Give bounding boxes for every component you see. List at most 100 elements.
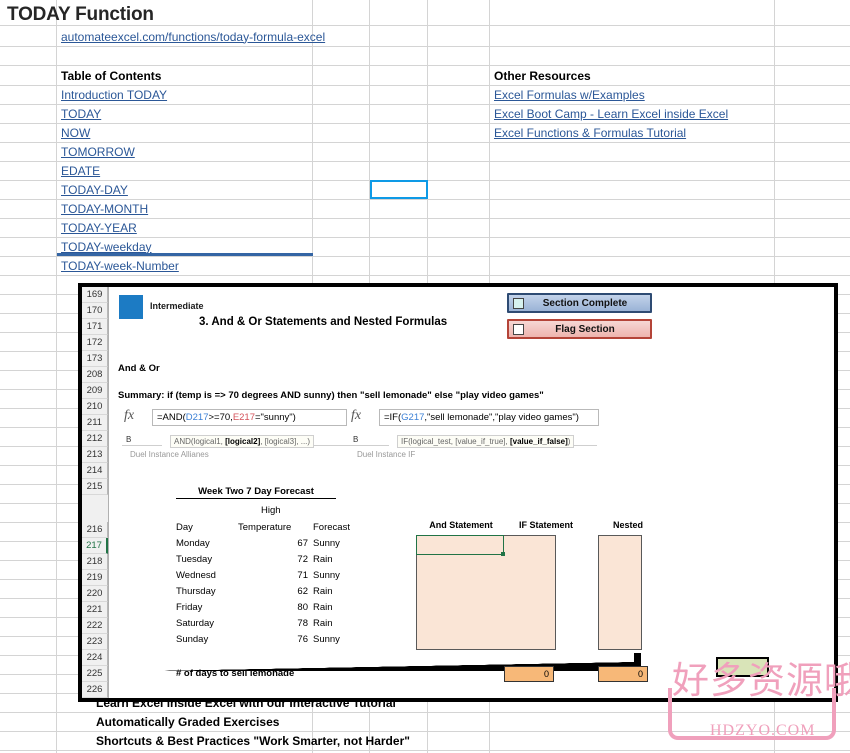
- row-header[interactable]: 214: [82, 463, 108, 479]
- row-header[interactable]: 170: [82, 303, 108, 319]
- forecast-condition: Sunny: [313, 634, 340, 645]
- section-label: And & Or: [118, 363, 160, 374]
- forecast-col-day: Day: [176, 522, 193, 533]
- toc-item-today-month[interactable]: TODAY-MONTH: [58, 199, 148, 218]
- nested-statement-box[interactable]: [598, 535, 642, 650]
- promo-line-1: Learn Excel inside Excel with our Intera…: [96, 696, 396, 710]
- if-statement-label: IF Statement: [518, 520, 573, 530]
- row-header[interactable]: 223: [82, 634, 108, 650]
- embedded-tutorial-screenshot: 169 170 171 172 173 208 209 210 211 212 …: [78, 283, 838, 702]
- forecast-temp: 76: [297, 634, 308, 645]
- row-header[interactable]: 172: [82, 335, 108, 351]
- forecast-subheader-high: High: [261, 505, 281, 516]
- fx-icon-left: fx: [124, 408, 135, 423]
- resource-link-boot-camp[interactable]: Excel Boot Camp - Learn Excel inside Exc…: [491, 104, 728, 123]
- formula-bar-right[interactable]: =IF(G217 ,"sell lemonade","play video gam…: [379, 409, 599, 426]
- forecast-footer-label: # of days to sell lemonade: [176, 668, 295, 679]
- row-header-selected[interactable]: 217: [82, 538, 108, 554]
- row-header[interactable]: 224: [82, 650, 108, 666]
- row-header[interactable]: 210: [82, 399, 108, 415]
- forecast-temp: 71: [297, 570, 308, 581]
- column-header-left: B: [126, 435, 132, 444]
- toc-item-tomorrow[interactable]: TOMORROW: [58, 142, 135, 161]
- section-complete-label: Section Complete: [542, 297, 628, 309]
- and-statement-fill-handle[interactable]: [501, 552, 505, 556]
- spreadsheet-canvas: TODAY Function automateexcel.com/functio…: [0, 0, 850, 753]
- row-header[interactable]: 220: [82, 586, 108, 602]
- weekday-row-highlight-border: [57, 253, 313, 256]
- row-header[interactable]: 173: [82, 351, 108, 367]
- tooltip-left-pre: AND(logical1,: [174, 437, 226, 446]
- nested-statement-label: Nested: [612, 520, 643, 530]
- row-header[interactable]: 209: [82, 383, 108, 399]
- flag-section-button[interactable]: Flag Section: [507, 319, 652, 339]
- forecast-day: Friday: [176, 602, 203, 613]
- forecast-condition: Sunny: [313, 570, 340, 581]
- resource-link-functions-tutorial[interactable]: Excel Functions & Formulas Tutorial: [491, 123, 686, 142]
- grid-hline: [0, 731, 850, 732]
- row-header[interactable]: 215: [82, 479, 108, 495]
- row-header[interactable]: 169: [82, 287, 108, 303]
- formula-right-ref1: G217: [401, 412, 425, 423]
- row-header[interactable]: 225: [82, 666, 108, 682]
- resources-heading: Other Resources: [494, 68, 591, 83]
- highlighted-cell-green[interactable]: [716, 657, 769, 677]
- row-header[interactable]: 212: [82, 431, 108, 447]
- row-header[interactable]: 219: [82, 570, 108, 586]
- formula-bar-left[interactable]: =AND(D217 >=70, E217 ="sunny"): [152, 409, 347, 426]
- section-complete-button[interactable]: Section Complete: [507, 293, 652, 313]
- ghost-grid-line: [349, 445, 389, 446]
- forecast-col-forecast: Forecast: [313, 522, 350, 533]
- row-header[interactable]: 218: [82, 554, 108, 570]
- grid-vline: [56, 0, 57, 753]
- row-header[interactable]: 221: [82, 602, 108, 618]
- forecast-temp: 78: [297, 618, 308, 629]
- grid-hline: [0, 712, 850, 713]
- grid-hline: [0, 750, 850, 751]
- formula-left-ref1: D217: [185, 412, 209, 423]
- column-header-right: B: [353, 435, 359, 444]
- toc-item-introduction-today[interactable]: Introduction TODAY: [58, 85, 167, 104]
- forecast-day: Sunday: [176, 634, 209, 645]
- formula-left-prefix: =AND(: [157, 412, 186, 423]
- formula-tooltip-left: AND(logical1, [logical2], [logical3], ..…: [170, 435, 315, 448]
- toc-item-today-year[interactable]: TODAY-YEAR: [58, 218, 137, 237]
- active-cell-selection[interactable]: [370, 180, 428, 199]
- level-color-swatch: [119, 295, 143, 319]
- lesson-heading: 3. And & Or Statements and Nested Formul…: [199, 316, 448, 328]
- tooltip-right-bold: [value_if_false]: [509, 437, 568, 446]
- forecast-condition: Rain: [313, 618, 333, 629]
- forecast-temp: 80: [297, 602, 308, 613]
- source-url-link[interactable]: automateexcel.com/functions/today-formul…: [58, 27, 325, 46]
- promo-line-3: Shortcuts & Best Practices "Work Smarter…: [96, 734, 410, 748]
- flag-section-checkbox[interactable]: [513, 323, 524, 335]
- ghost-text-left: Duel Instance Allianes: [130, 450, 209, 459]
- toc-item-now[interactable]: NOW: [58, 123, 90, 142]
- toc-item-today-week-number[interactable]: TODAY-week-Number: [58, 256, 179, 275]
- row-header[interactable]: 216: [82, 522, 108, 538]
- if-result-cell[interactable]: 0: [504, 666, 554, 682]
- resource-link-formulas-examples[interactable]: Excel Formulas w/Examples: [491, 85, 645, 104]
- toc-item-today[interactable]: TODAY: [58, 104, 101, 123]
- forecast-condition: Rain: [313, 602, 333, 613]
- promo-line-2: Automatically Graded Exercises: [96, 715, 280, 729]
- forecast-condition: Rain: [313, 554, 333, 565]
- row-header[interactable]: 213: [82, 447, 108, 463]
- toc-item-edate[interactable]: EDATE: [58, 161, 100, 180]
- forecast-title: Week Two 7 Day Forecast: [176, 486, 336, 499]
- page-title: TODAY Function: [7, 3, 154, 25]
- nested-result-cell[interactable]: 0: [598, 666, 648, 682]
- and-statement-label: And Statement: [429, 520, 493, 530]
- row-header[interactable]: 211: [82, 415, 108, 431]
- ghost-grid-line: [122, 445, 162, 446]
- formula-right-prefix: =IF(: [384, 412, 402, 423]
- and-statement-active-cell[interactable]: [416, 535, 504, 555]
- row-header[interactable]: 222: [82, 618, 108, 634]
- toc-item-today-day[interactable]: TODAY-DAY: [58, 180, 128, 199]
- formula-left-mid: >=70,: [208, 412, 233, 423]
- forecast-temp: 62: [297, 586, 308, 597]
- section-complete-checkbox[interactable]: [513, 297, 524, 309]
- row-header[interactable]: 171: [82, 319, 108, 335]
- row-header[interactable]: 208: [82, 367, 108, 383]
- flag-section-label: Flag Section: [555, 323, 615, 335]
